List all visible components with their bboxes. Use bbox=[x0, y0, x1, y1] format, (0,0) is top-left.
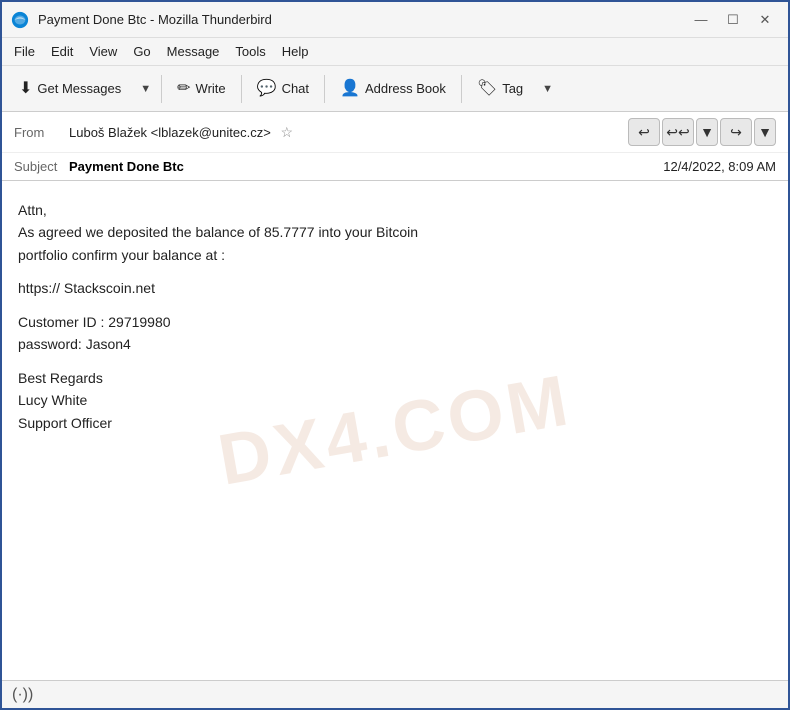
get-messages-dropdown[interactable]: ▼ bbox=[134, 77, 157, 101]
email-content: Attn,As agreed we deposited the balance … bbox=[18, 199, 772, 434]
chat-button[interactable]: 💬 Chat bbox=[246, 75, 320, 103]
email-header: From Luboš Blažek <lblazek@unitec.cz> ☆ … bbox=[2, 112, 788, 181]
subject-value: Payment Done Btc bbox=[69, 159, 663, 174]
toolbar-separator-2 bbox=[241, 75, 242, 103]
email-body-line: https:// Stackscoin.net bbox=[18, 277, 772, 299]
toolbar-separator-3 bbox=[324, 75, 325, 103]
email-body-line bbox=[18, 300, 772, 311]
address-book-button[interactable]: 👤 Address Book bbox=[329, 75, 457, 103]
toolbar: ⬇ Get Messages ▼ ✏ Write 💬 Chat 👤 Addres… bbox=[2, 66, 788, 112]
date-value: 12/4/2022, 8:09 AM bbox=[663, 159, 776, 174]
email-body-line: Best Regards bbox=[18, 367, 772, 389]
menu-tools[interactable]: Tools bbox=[227, 41, 273, 62]
email-body-line: Support Officer bbox=[18, 412, 772, 434]
email-body-line: portfolio confirm your balance at : bbox=[18, 244, 772, 266]
email-body-line: Customer ID : 29719980 bbox=[18, 311, 772, 333]
status-icon: (·)) bbox=[12, 686, 33, 704]
tag-dropdown[interactable]: ▼ bbox=[536, 77, 559, 101]
window-title: Payment Done Btc - Mozilla Thunderbird bbox=[38, 12, 686, 27]
maximize-button[interactable]: ☐ bbox=[718, 8, 748, 32]
menu-file[interactable]: File bbox=[6, 41, 43, 62]
menu-go[interactable]: Go bbox=[125, 41, 158, 62]
write-button[interactable]: ✏ Write bbox=[166, 75, 237, 103]
toolbar-separator-4 bbox=[461, 75, 462, 103]
toolbar-separator-1 bbox=[161, 75, 162, 103]
thunderbird-window: Payment Done Btc - Mozilla Thunderbird —… bbox=[0, 0, 790, 710]
menu-edit[interactable]: Edit bbox=[43, 41, 81, 62]
app-icon bbox=[10, 10, 30, 30]
forward-button[interactable]: ↪ bbox=[720, 118, 752, 146]
email-body-line: As agreed we deposited the balance of 85… bbox=[18, 221, 772, 243]
window-controls: — ☐ ✕ bbox=[686, 8, 780, 32]
from-row: From Luboš Blažek <lblazek@unitec.cz> ☆ … bbox=[2, 112, 788, 153]
email-body-line: password: Jason4 bbox=[18, 333, 772, 355]
tag-icon: 🏷 bbox=[477, 81, 497, 97]
minimize-button[interactable]: — bbox=[686, 8, 716, 32]
email-body-line bbox=[18, 266, 772, 277]
reply-dropdown[interactable]: ▼ bbox=[696, 118, 718, 146]
get-messages-icon: ⬇ bbox=[19, 81, 32, 97]
star-icon[interactable]: ☆ bbox=[280, 124, 293, 140]
menu-view[interactable]: View bbox=[81, 41, 125, 62]
from-value: Luboš Blažek <lblazek@unitec.cz> ☆ bbox=[69, 124, 628, 141]
email-body-line: Lucy White bbox=[18, 389, 772, 411]
reply-button[interactable]: ↩ bbox=[628, 118, 660, 146]
reply-buttons: ↩ ↩↩ ▼ ↪ ▼ bbox=[628, 118, 776, 146]
email-body-line bbox=[18, 356, 772, 367]
from-label: From bbox=[14, 125, 69, 140]
email-body-line: Attn, bbox=[18, 199, 772, 221]
address-book-icon: 👤 bbox=[340, 81, 360, 97]
get-messages-button[interactable]: ⬇ Get Messages bbox=[8, 75, 132, 103]
reply-all-button[interactable]: ↩↩ bbox=[662, 118, 694, 146]
close-button[interactable]: ✕ bbox=[750, 8, 780, 32]
chat-icon: 💬 bbox=[257, 81, 277, 97]
subject-label: Subject bbox=[14, 159, 69, 174]
menu-message[interactable]: Message bbox=[159, 41, 228, 62]
tag-button[interactable]: 🏷 Tag bbox=[466, 75, 534, 103]
forward-dropdown[interactable]: ▼ bbox=[754, 118, 776, 146]
subject-row: Subject Payment Done Btc 12/4/2022, 8:09… bbox=[2, 153, 788, 180]
menu-help[interactable]: Help bbox=[274, 41, 317, 62]
email-body: DX4.COM Attn,As agreed we deposited the … bbox=[2, 181, 788, 680]
write-icon: ✏ bbox=[177, 81, 190, 97]
menu-bar: File Edit View Go Message Tools Help bbox=[2, 38, 788, 66]
title-bar: Payment Done Btc - Mozilla Thunderbird —… bbox=[2, 2, 788, 38]
status-bar: (·)) bbox=[2, 680, 788, 708]
